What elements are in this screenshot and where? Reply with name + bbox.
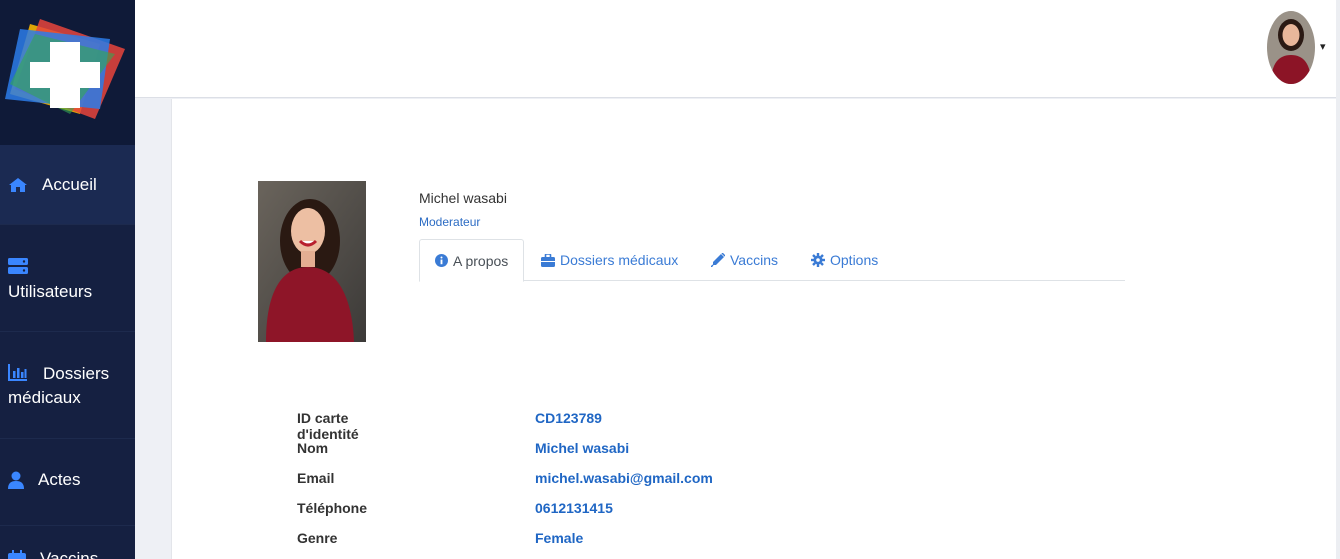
detail-label: Genre xyxy=(297,530,338,546)
tab-options[interactable]: Options xyxy=(811,239,878,281)
home-icon xyxy=(8,177,28,193)
detail-label: Téléphone xyxy=(297,500,368,516)
user-icon xyxy=(8,471,24,489)
profile-role: Moderateur xyxy=(419,215,481,229)
app-logo[interactable] xyxy=(0,0,135,145)
sidebar-item-utilisateurs[interactable]: Utilisateurs xyxy=(0,226,135,332)
sidebar-item-label: Actes xyxy=(38,470,81,489)
profile-tabs: A propos Dossiers médicaux Vaccins Optio… xyxy=(419,239,1125,282)
server-icon xyxy=(8,258,28,274)
sidebar: Accueil Utilisateurs Dossiers médicaux A… xyxy=(0,0,135,559)
detail-value: CD123789 xyxy=(535,410,602,426)
detail-value: 0612131415 xyxy=(535,500,613,516)
detail-label: Email xyxy=(297,470,335,486)
detail-label: Nom xyxy=(297,440,329,456)
briefcase-icon xyxy=(541,253,555,267)
sidebar-item-label: Utilisateurs xyxy=(8,282,93,301)
tab-label: Dossiers médicaux xyxy=(560,252,679,268)
detail-value: Female xyxy=(535,530,584,546)
profile-name: Michel wasabi xyxy=(419,190,507,206)
tab-label: Options xyxy=(830,252,879,268)
bar-chart-icon xyxy=(8,363,28,381)
top-bar: ▾ xyxy=(135,0,1340,98)
sidebar-item-dossiers-medicaux[interactable]: Dossiers médicaux xyxy=(0,333,135,439)
user-avatar[interactable] xyxy=(1267,11,1315,84)
chevron-down-icon[interactable]: ▾ xyxy=(1320,40,1326,53)
sidebar-item-actes[interactable]: Actes xyxy=(0,440,135,526)
tab-vaccins[interactable]: Vaccins xyxy=(711,239,778,281)
tab-label: A propos xyxy=(453,252,509,269)
tab-a-propos[interactable]: A propos xyxy=(419,239,525,282)
info-circle-icon xyxy=(435,254,448,267)
sidebar-item-label: médicaux xyxy=(8,388,81,407)
medical-cross-logo-icon xyxy=(5,19,125,119)
calendar-icon xyxy=(8,550,26,559)
scrollbar-track[interactable] xyxy=(1336,0,1340,559)
sidebar-item-label: Vaccins xyxy=(40,549,99,559)
gear-icon xyxy=(811,253,825,267)
sidebar-item-label: Accueil xyxy=(42,175,97,194)
tab-dossiers-medicaux[interactable]: Dossiers médicaux xyxy=(541,239,678,281)
detail-value: Michel wasabi xyxy=(535,440,630,456)
detail-value: michel.wasabi@gmail.com xyxy=(535,470,713,486)
detail-label: ID carte d'identité xyxy=(297,410,359,442)
profile-card: Michel wasabi Moderateur A propos Dossie… xyxy=(171,99,1340,559)
profile-photo xyxy=(258,181,366,342)
sidebar-item-accueil[interactable]: Accueil xyxy=(0,145,135,225)
sidebar-item-label: Dossiers xyxy=(43,364,110,383)
tab-label: Vaccins xyxy=(730,252,778,268)
syringe-icon xyxy=(711,253,725,267)
sidebar-item-vaccins[interactable]: Vaccins xyxy=(0,527,135,559)
